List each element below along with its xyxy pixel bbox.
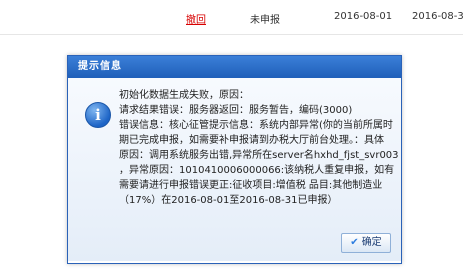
- ok-button-label: 确定: [361, 237, 382, 248]
- info-icon: i: [85, 102, 111, 128]
- period-start-date: 2016-08-01: [334, 11, 393, 22]
- message-line: 请求结果错误：服务器返回：服务暂告，编码(3000): [119, 105, 353, 116]
- message-line: 需要请进行申报错误更正:征收项目:增值税 品目:其他制造业: [119, 180, 383, 191]
- ok-button[interactable]: ✔ 确定: [341, 233, 391, 253]
- dialog-message: 初始化数据生成失败，原因： 请求结果错误：服务器返回：服务暂告，编码(3000)…: [119, 88, 399, 208]
- message-line: ，异常原因：1010410006000066:该纳税人重复申报，如有: [119, 165, 395, 176]
- message-line: 期已完成申报，如需要补申报请到办税大厅前台处理。：具体: [119, 135, 384, 146]
- message-line: （17%）在2016-08-01至2016-08-31已申报）: [119, 195, 338, 206]
- background-table-row: 撤回 未申报 2016-08-01 2016-08-31: [0, 0, 463, 35]
- message-line: 原因：调用系统服务出错,异常所在server名hxhd_fjst_svr003: [119, 150, 399, 161]
- withdraw-link[interactable]: 撤回: [186, 11, 206, 26]
- period-end-date: 2016-08-31: [412, 11, 463, 22]
- message-line: 初始化数据生成失败，原因：: [119, 90, 249, 101]
- declare-status: 未申报: [250, 15, 280, 26]
- message-line: 错误信息：核心征管提示信息：系统内部异常(你的当前所属时: [119, 120, 393, 131]
- check-icon: ✔: [350, 237, 359, 248]
- dialog-title: 提示信息: [68, 56, 401, 78]
- dialog-body: i 初始化数据生成失败，原因： 请求结果错误：服务器返回：服务暂告，编码(300…: [68, 78, 401, 261]
- info-dialog: 提示信息 i 初始化数据生成失败，原因： 请求结果错误：服务器返回：服务暂告，编…: [67, 55, 402, 264]
